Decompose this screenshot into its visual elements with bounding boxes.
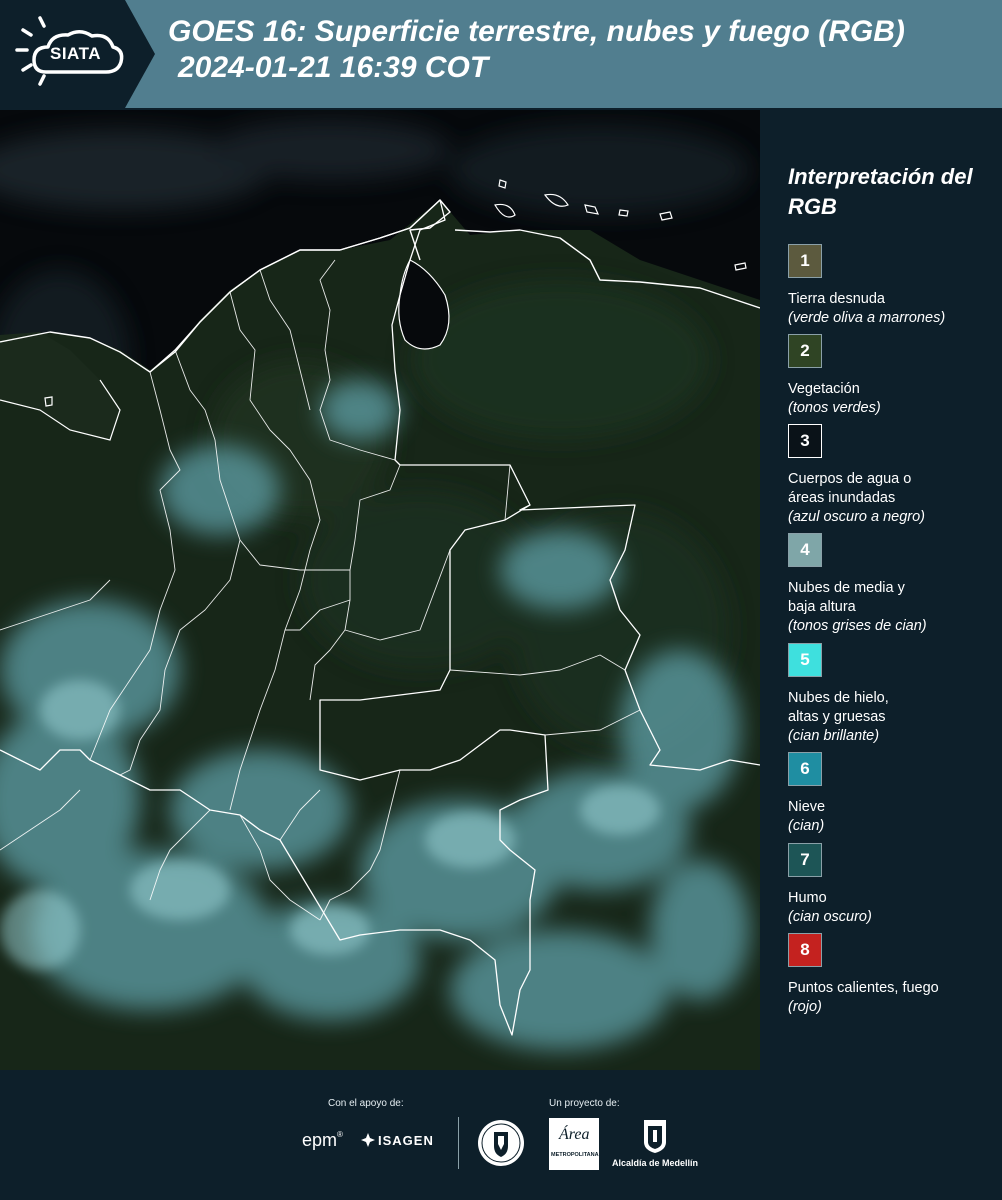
legend-swatch: 2 bbox=[788, 334, 822, 368]
legend-swatch: 8 bbox=[788, 933, 822, 967]
legend-label: Nieve bbox=[788, 799, 826, 815]
legend-note: (rojo) bbox=[788, 999, 822, 1015]
medellin-seal-icon[interactable] bbox=[476, 1118, 526, 1168]
isagen-logo[interactable]: ISAGEN bbox=[360, 1132, 434, 1148]
support-caption: Con el apoyo de: bbox=[328, 1098, 404, 1109]
epm-logo[interactable]: epm® bbox=[302, 1130, 343, 1151]
legend-note: (azul oscuro a negro) bbox=[788, 509, 926, 525]
legend-item-low-clouds: 4 Nubes de media y baja altura (tonos gr… bbox=[788, 533, 998, 636]
isagen-mark-icon bbox=[361, 1133, 375, 1147]
header-banner: SIATA GOES 16: Superficie terrestre, nub… bbox=[0, 0, 1002, 108]
rgb-legend: Interpretación del RGB 1 Tierra desnuda … bbox=[760, 110, 1002, 1070]
legend-swatch: 7 bbox=[788, 843, 822, 877]
siata-logo[interactable]: SIATA bbox=[0, 0, 155, 108]
legend-swatch: 4 bbox=[788, 533, 822, 567]
registered-mark: ® bbox=[337, 1130, 343, 1139]
alcaldia-shield-icon bbox=[644, 1120, 666, 1153]
legend-note: (tonos verdes) bbox=[788, 400, 881, 416]
legend-label: Humo bbox=[788, 890, 827, 906]
legend-label: Nubes de hielo, altas y gruesas bbox=[788, 690, 889, 725]
legend-note: (verde oliva a marrones) bbox=[788, 310, 946, 326]
legend-label: Cuerpos de agua o áreas inundadas bbox=[788, 471, 912, 506]
area-metropolitana-logo[interactable]: Área METROPOLITANA bbox=[549, 1118, 599, 1170]
legend-label: Tierra desnuda bbox=[788, 291, 885, 307]
legend-note: (cian oscuro) bbox=[788, 909, 872, 925]
legend-title: Interpretación del RGB bbox=[788, 164, 973, 219]
legend-swatch: 3 bbox=[788, 424, 822, 458]
legend-swatch: 1 bbox=[788, 244, 822, 278]
legend-swatch: 6 bbox=[788, 752, 822, 786]
legend-note: (cian brillante) bbox=[788, 728, 880, 744]
legend-label: Nubes de media y baja altura bbox=[788, 580, 905, 615]
legend-note: (cian) bbox=[788, 818, 825, 834]
title-product: GOES 16: Superficie terrestre, nubes y f… bbox=[168, 15, 905, 48]
legend-item-ice-clouds: 5 Nubes de hielo, altas y gruesas (cian … bbox=[788, 643, 998, 746]
legend-item-water: 3 Cuerpos de agua o áreas inundadas (azu… bbox=[788, 424, 998, 527]
legend-item-bare-soil: 1 Tierra desnuda (verde oliva a marrones… bbox=[788, 244, 998, 328]
footer-divider bbox=[458, 1117, 459, 1169]
area-wordmark: Área bbox=[559, 1126, 590, 1143]
legend-swatch: 5 bbox=[788, 643, 822, 677]
legend-item-snow: 6 Nieve (cian) bbox=[788, 752, 998, 836]
page-title: GOES 16: Superficie terrestre, nubes y f… bbox=[168, 14, 905, 86]
legend-label: Vegetación bbox=[788, 381, 860, 397]
title-timestamp: 2024-01-21 16:39 COT bbox=[178, 51, 489, 84]
epm-wordmark: epm bbox=[302, 1130, 338, 1150]
legend-item-vegetation: 2 Vegetación (tonos verdes) bbox=[788, 334, 998, 418]
metropolitana-wordmark: METROPOLITANA bbox=[551, 1152, 599, 1158]
legend-item-fire: 8 Puntos calientes, fuego (rojo) bbox=[788, 933, 998, 1017]
isagen-wordmark: ISAGEN bbox=[378, 1133, 434, 1148]
satellite-map[interactable] bbox=[0, 110, 760, 1070]
project-caption: Un proyecto de: bbox=[549, 1098, 620, 1109]
alcaldia-wordmark[interactable]: Alcaldía de Medellín bbox=[612, 1158, 698, 1168]
legend-label: Puntos calientes, fuego bbox=[788, 980, 939, 996]
sponsor-footer: Con el apoyo de: Un proyecto de: epm® IS… bbox=[0, 1070, 1002, 1200]
logo-wordmark: SIATA bbox=[50, 44, 101, 63]
legend-note: (tonos grises de cian) bbox=[788, 618, 927, 634]
legend-item-smoke: 7 Humo (cian oscuro) bbox=[788, 843, 998, 927]
